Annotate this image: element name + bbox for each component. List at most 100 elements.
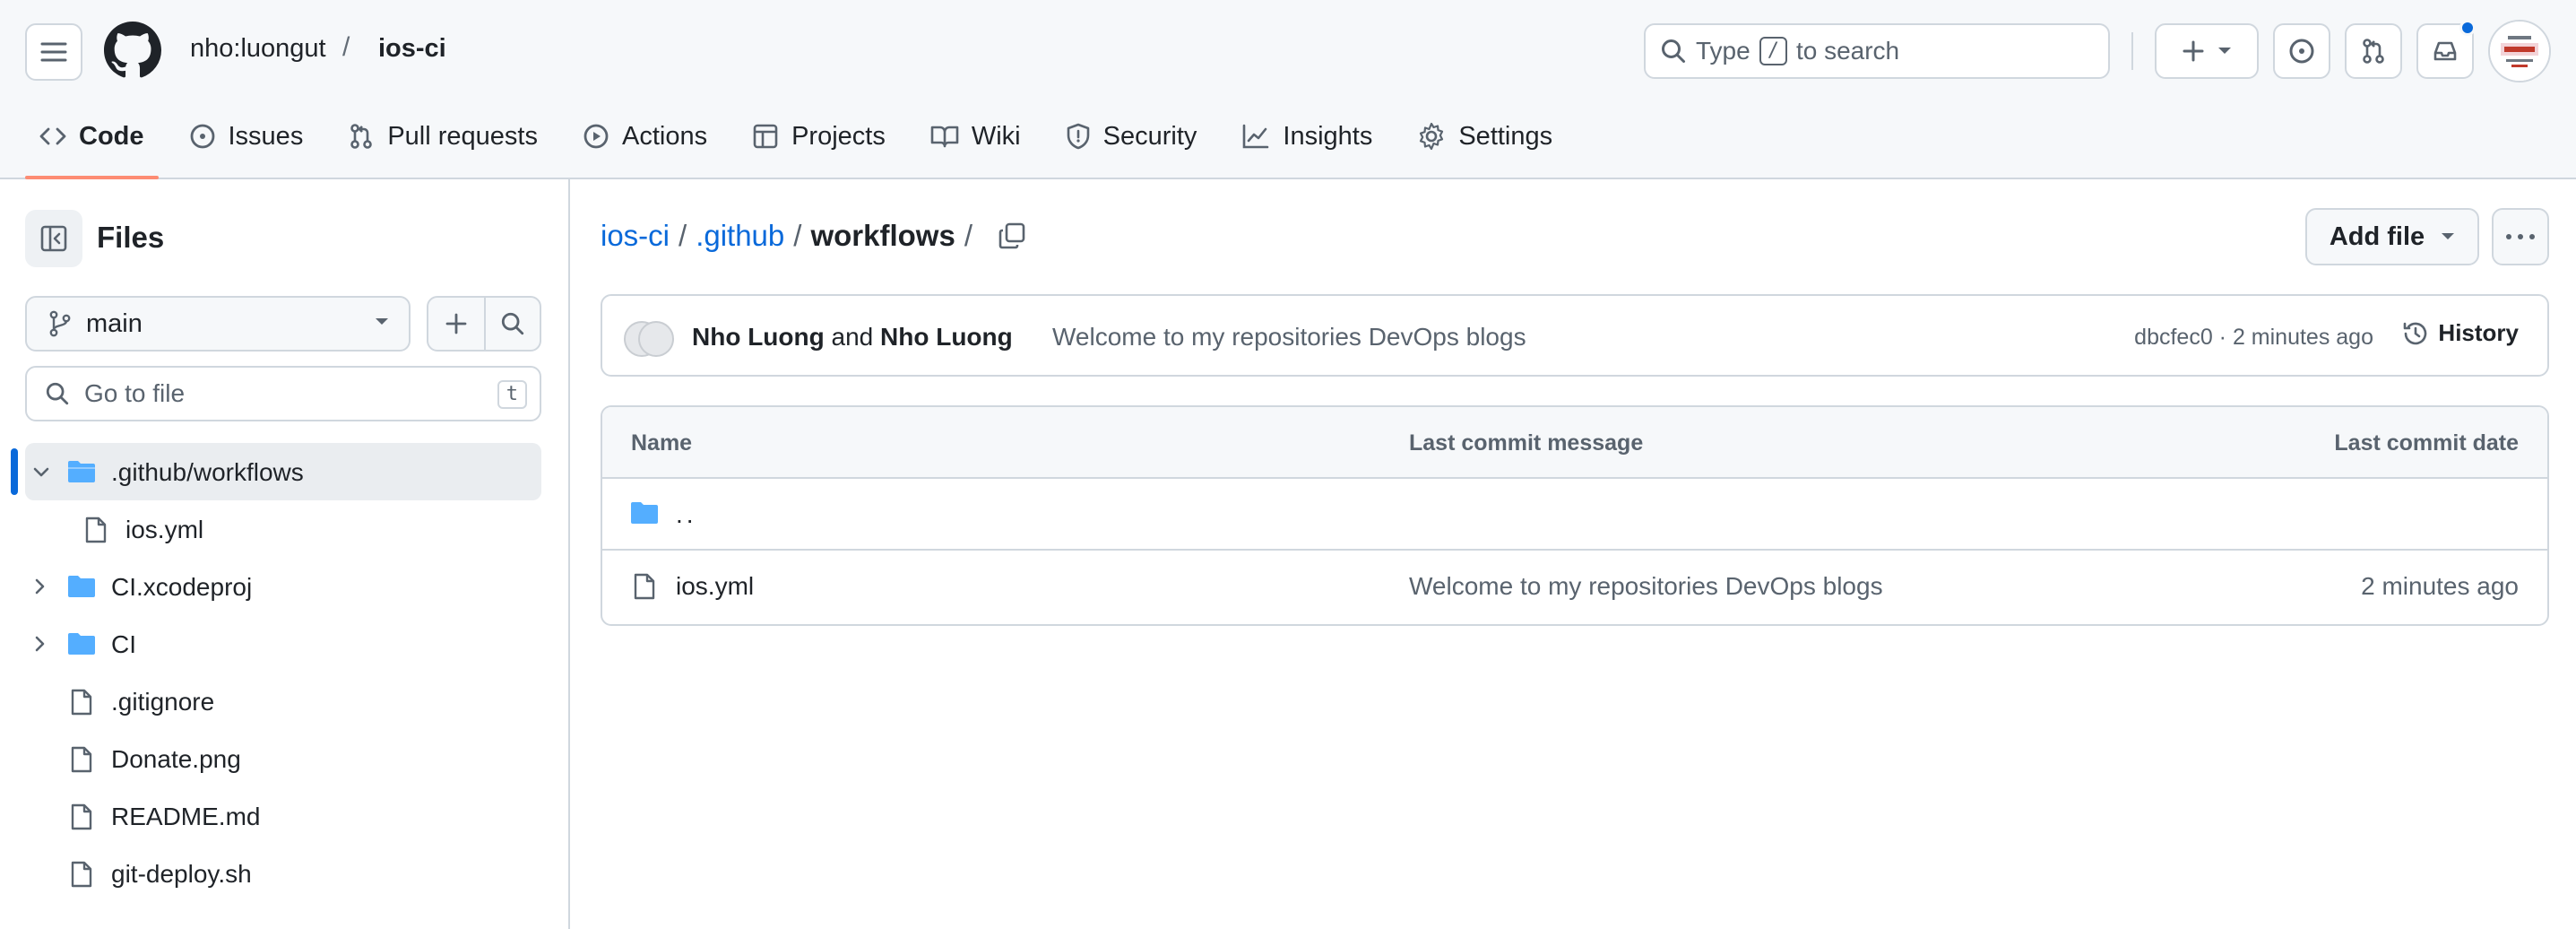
- tab-security[interactable]: Security: [1051, 108, 1212, 165]
- tab-insights[interactable]: Insights: [1227, 108, 1387, 165]
- chevron-down-icon: [33, 467, 49, 477]
- go-to-file-shortcut: t: [497, 380, 527, 409]
- file-commit-date: 2 minutes ago: [2361, 572, 2519, 600]
- tree-item-ci-xcodeproj[interactable]: CI.xcodeproj: [0, 558, 570, 615]
- tab-pull-requests[interactable]: Pull requests: [333, 108, 552, 165]
- breadcrumb-dir-link[interactable]: .github: [696, 219, 784, 253]
- file-commit-message-link[interactable]: Welcome to my repositories DevOps blogs: [1409, 572, 1883, 601]
- tab-security-label: Security: [1102, 121, 1197, 151]
- commit-message-link[interactable]: Welcome to my repositories DevOps blogs: [1052, 323, 1526, 352]
- file-icon: [634, 573, 655, 600]
- selected-indicator: [11, 448, 18, 495]
- tree-item-donate-png[interactable]: Donate.png: [0, 730, 570, 787]
- directory-table: Name Last commit message Last commit dat…: [601, 405, 2549, 626]
- breadcrumb-root-link[interactable]: ios-ci: [601, 219, 670, 253]
- breadcrumb-separator: /: [342, 32, 350, 62]
- caret-down-icon: [376, 318, 388, 325]
- tab-actions-label: Actions: [621, 121, 708, 151]
- branch-selector[interactable]: main: [25, 296, 411, 352]
- tab-settings[interactable]: Settings: [1403, 108, 1567, 165]
- tab-code-label: Code: [79, 121, 144, 151]
- avatar: [638, 321, 674, 357]
- search-icon: [1662, 39, 1685, 63]
- go-to-file-placeholder: Go to file: [84, 379, 186, 407]
- commit-author-link[interactable]: Nho Luong: [880, 323, 1013, 351]
- owner-link[interactable]: nho:luongut: [190, 34, 326, 64]
- your-pull-requests-button[interactable]: [2345, 23, 2402, 79]
- tree-item-git-deploy-sh[interactable]: git-deploy.sh: [0, 845, 570, 902]
- search-input[interactable]: Type / to search: [1644, 23, 2110, 79]
- table-row-parent[interactable]: ..: [602, 479, 2547, 551]
- tree-item-label: .gitignore: [111, 688, 215, 716]
- git-branch-icon: [49, 310, 71, 337]
- column-header-message: Last commit message: [1409, 430, 1644, 456]
- avatar[interactable]: [2488, 20, 2551, 82]
- tab-insights-label: Insights: [1283, 121, 1373, 151]
- tab-issues[interactable]: Issues: [175, 108, 318, 165]
- issue-opened-icon: [2289, 39, 2314, 64]
- commit-author-avatars[interactable]: [624, 321, 678, 357]
- repo-navigation: Code Issues Pull requests Actions Projec…: [25, 108, 1583, 179]
- more-options-button[interactable]: [2492, 208, 2549, 265]
- plus-icon: [2183, 40, 2204, 62]
- search-suffix: to search: [1795, 37, 1900, 65]
- menu-button[interactable]: [25, 23, 82, 81]
- tab-wiki[interactable]: Wiki: [916, 108, 1035, 165]
- global-header: nho:luongut / ios-ci Type / to search Co…: [0, 0, 2576, 179]
- commit-authors-and: and: [831, 323, 874, 351]
- file-icon: [71, 803, 92, 830]
- search-shortcut-key: /: [1759, 37, 1787, 65]
- tree-row-wrapper: .github/workflows: [0, 443, 570, 500]
- search-tree-button[interactable]: [483, 298, 540, 350]
- tree-item-gitignore[interactable]: .gitignore: [0, 673, 570, 730]
- commit-authors: Nho Luong and Nho Luong: [692, 323, 1013, 352]
- tab-code[interactable]: Code: [25, 108, 159, 179]
- history-icon: [2404, 322, 2427, 344]
- table-icon: [753, 124, 778, 149]
- column-header-date: Last commit date: [2334, 430, 2519, 456]
- add-file-tree-button[interactable]: [428, 298, 484, 350]
- collapse-sidebar-button[interactable]: [25, 210, 82, 267]
- table-row[interactable]: ios.yml Welcome to my repositories DevOp…: [602, 551, 2547, 622]
- tab-issues-label: Issues: [228, 121, 304, 151]
- your-issues-button[interactable]: [2273, 23, 2330, 79]
- file-icon: [85, 517, 107, 543]
- caret-down-icon: [2442, 233, 2455, 239]
- tab-settings-label: Settings: [1458, 121, 1553, 151]
- branch-name: main: [86, 308, 143, 338]
- tree-item-ci[interactable]: CI: [0, 615, 570, 673]
- chevron-right-icon: [35, 578, 45, 595]
- file-name-link[interactable]: ios.yml: [676, 572, 754, 601]
- tab-actions[interactable]: Actions: [568, 108, 722, 165]
- git-pull-request-icon: [2363, 39, 2384, 64]
- tree-item-github-workflows[interactable]: .github/workflows: [25, 443, 541, 500]
- folder-icon: [68, 576, 95, 597]
- gear-icon: [1420, 122, 1444, 151]
- tree-actions-group: [427, 296, 541, 352]
- create-new-button[interactable]: [2155, 23, 2259, 79]
- parent-directory-link[interactable]: ..: [676, 500, 697, 529]
- tree-item-label: git-deploy.sh: [111, 860, 252, 888]
- tab-wiki-label: Wiki: [971, 121, 1021, 151]
- github-logo-icon[interactable]: [104, 22, 161, 79]
- sidebar-title: Files: [97, 221, 165, 254]
- history-button[interactable]: History: [2402, 319, 2519, 347]
- graph-icon: [1243, 124, 1269, 149]
- commit-sha-and-time[interactable]: dbcfec0 · 2 minutes ago: [2134, 325, 2373, 351]
- folder-open-icon: [68, 461, 95, 482]
- plus-icon: [445, 313, 467, 334]
- tree-item-readme-md[interactable]: README.md: [0, 787, 570, 845]
- notification-indicator: [2459, 20, 2476, 36]
- inbox-icon: [2433, 41, 2457, 61]
- add-file-button[interactable]: Add file: [2305, 208, 2479, 265]
- go-to-file-input[interactable]: Go to file t: [25, 366, 541, 421]
- tree-item-ios-yml[interactable]: ios.yml: [0, 500, 570, 558]
- tab-projects[interactable]: Projects: [738, 108, 900, 165]
- repo-link[interactable]: ios-ci: [378, 34, 446, 64]
- tree-item-label: CI: [111, 630, 136, 658]
- tree-item-label: Donate.png: [111, 745, 241, 773]
- header-divider: [2131, 32, 2133, 70]
- tree-item-label: ios.yml: [125, 516, 204, 543]
- copy-path-icon[interactable]: [998, 221, 1026, 250]
- commit-author-link[interactable]: Nho Luong: [692, 323, 825, 351]
